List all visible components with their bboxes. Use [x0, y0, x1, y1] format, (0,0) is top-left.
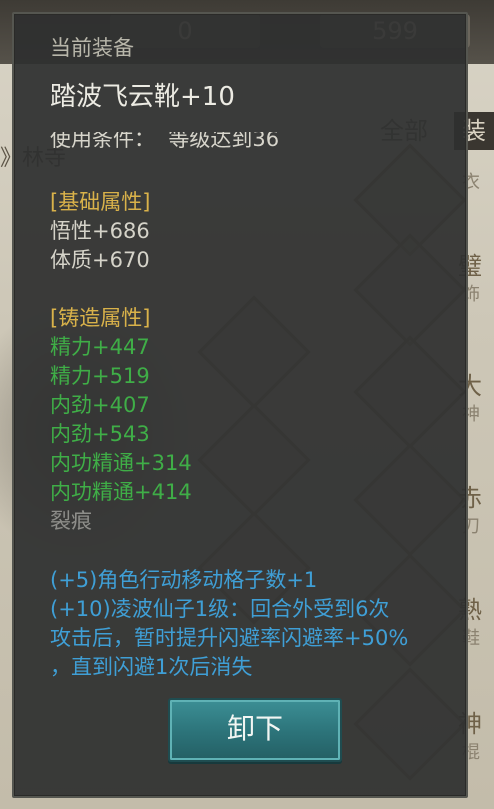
set-effect-line: 攻击后，暂时提升闪避率闪避率+50% [50, 626, 409, 650]
item-title: 踏波飞云靴+10 [50, 82, 235, 112]
set-effect-line: (+10)凌波仙子1级：回合外受到6次 [50, 597, 390, 621]
forge-stat: 内劲+543 [50, 422, 150, 446]
base-stat: 悟性+686 [50, 219, 150, 243]
set-effect-line: (+5)角色行动移动格子数+1 [50, 568, 318, 592]
use-condition: 使用条件： 等级达到36 [50, 132, 279, 154]
forge-stat: 内功精通+314 [50, 451, 192, 475]
forge-stat: 精力+519 [50, 364, 150, 388]
forge-stat: 内劲+407 [50, 393, 150, 417]
set-effect-line: ，直到闪避1次后消失 [50, 655, 253, 679]
base-attributes-heading: [基础属性] [50, 190, 151, 214]
crack-status: 裂痕 [50, 509, 92, 533]
forge-stat: 精力+447 [50, 335, 150, 359]
forge-stat: 内功精通+414 [50, 480, 192, 504]
use-condition-text: 使用条件： 等级达到36 [50, 132, 280, 151]
equipment-tooltip: 当前装备 踏波飞云靴+10 使用条件： 等级达到36 [基础属性] 悟性+686… [12, 12, 468, 798]
tooltip-header: 当前装备 [50, 36, 134, 60]
base-stat: 体质+670 [50, 248, 150, 272]
unequip-button[interactable]: 卸下 [168, 698, 342, 762]
forge-attributes-heading: [铸造属性] [50, 306, 151, 330]
